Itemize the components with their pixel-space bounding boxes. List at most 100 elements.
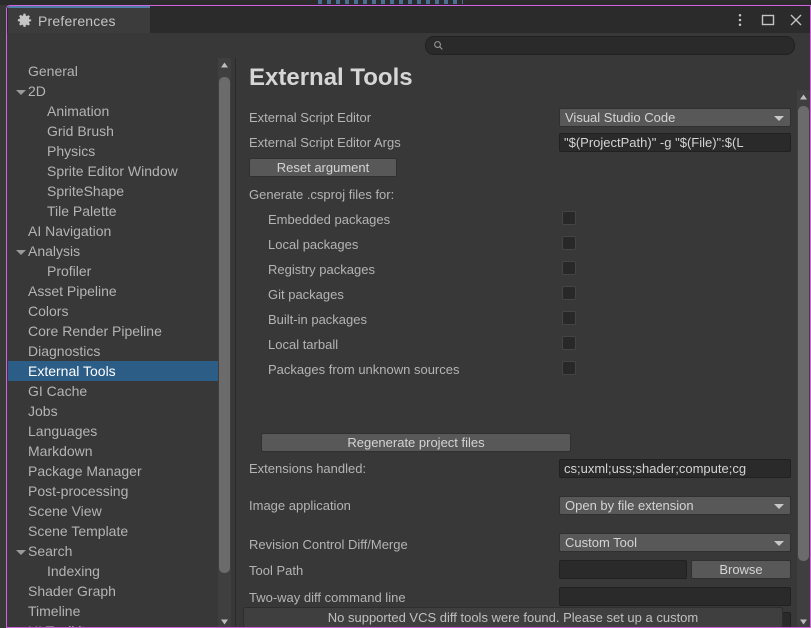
image-application-dropdown[interactable]: Open by file extension: [559, 496, 791, 515]
csproj-option-checkbox[interactable]: [562, 336, 576, 350]
sidebar-scrollbar-thumb[interactable]: [219, 77, 230, 573]
image-application-label: Image application: [249, 497, 351, 513]
expand-triangle-icon[interactable]: [14, 85, 27, 98]
scroll-down-arrow-icon[interactable]: [218, 615, 231, 628]
regenerate-project-files-label: Regenerate project files: [347, 435, 485, 450]
csproj-option-checkbox[interactable]: [562, 236, 576, 250]
search-box[interactable]: [425, 36, 795, 55]
sidebar-item-external-tools[interactable]: External Tools: [8, 361, 220, 381]
sidebar-item-markdown[interactable]: Markdown: [8, 441, 220, 461]
sidebar-item-profiler[interactable]: Profiler: [8, 261, 220, 281]
sidebar-item-diagnostics[interactable]: Diagnostics: [8, 341, 220, 361]
sidebar-item-label: Sprite Editor Window: [47, 163, 178, 179]
reset-argument-button[interactable]: Reset argument: [249, 158, 397, 177]
sidebar-item-grid-brush[interactable]: Grid Brush: [8, 121, 220, 141]
csproj-option-label: Git packages: [268, 286, 344, 302]
sidebar-scrollbar[interactable]: [218, 58, 231, 628]
csproj-option-checkbox[interactable]: [562, 311, 576, 325]
csproj-header-label: Generate .csproj files for:: [249, 186, 395, 202]
csproj-option-checkbox[interactable]: [562, 211, 576, 225]
csproj-option-label: Local packages: [268, 236, 359, 252]
sidebar-item-ai-navigation[interactable]: AI Navigation: [8, 221, 220, 241]
csproj-option-row: Embedded packages: [249, 208, 794, 230]
tool-path-field[interactable]: [559, 560, 687, 579]
csproj-option-row: Registry packages: [249, 258, 794, 280]
sidebar-item-label: Scene Template: [28, 523, 129, 539]
kebab-menu-icon[interactable]: [732, 12, 748, 28]
sidebar-item-indexing[interactable]: Indexing: [8, 561, 220, 581]
sidebar-item-label: Indexing: [47, 563, 100, 579]
sidebar-item-colors[interactable]: Colors: [8, 301, 220, 321]
sidebar-item-gi-cache[interactable]: GI Cache: [8, 381, 220, 401]
sidebar-item-label: Timeline: [28, 603, 81, 619]
sidebar-item-physics[interactable]: Physics: [8, 141, 220, 161]
sidebar-item-post-processing[interactable]: Post-processing: [8, 481, 220, 501]
csproj-option-checkbox[interactable]: [562, 286, 576, 300]
scroll-up-arrow-icon[interactable]: [797, 91, 810, 104]
revision-control-dropdown[interactable]: Custom Tool: [559, 533, 791, 552]
expand-triangle-icon[interactable]: [14, 245, 27, 258]
sidebar-item-label: Core Render Pipeline: [28, 323, 162, 339]
sidebar-item-label: Animation: [47, 103, 110, 119]
maximize-icon[interactable]: [760, 12, 776, 28]
sidebar-item-label: Grid Brush: [47, 123, 114, 139]
sidebar-item-package-manager[interactable]: Package Manager: [8, 461, 220, 481]
sidebar-item-languages[interactable]: Languages: [8, 421, 220, 441]
vcs-help-message: No supported VCS diff tools were found. …: [243, 607, 783, 627]
sidebar-item-spriteshape[interactable]: SpriteShape: [8, 181, 220, 201]
sidebar-item-shader-graph[interactable]: Shader Graph: [8, 581, 220, 601]
sidebar-item-2d[interactable]: 2D: [8, 81, 220, 101]
sidebar-item-sprite-editor-window[interactable]: Sprite Editor Window: [8, 161, 220, 181]
scroll-up-arrow-icon[interactable]: [218, 59, 231, 72]
browse-button[interactable]: Browse: [691, 560, 791, 579]
sidebar-item-timeline[interactable]: Timeline: [8, 601, 220, 621]
content-scrollbar-thumb[interactable]: [798, 106, 809, 561]
two-way-diff-field[interactable]: [559, 587, 791, 606]
external-script-editor-value: Visual Studio Code: [565, 110, 676, 125]
sidebar-item-analysis[interactable]: Analysis: [8, 241, 220, 261]
tab-preferences[interactable]: Preferences: [8, 6, 150, 33]
external-script-editor-args-value: "$(ProjectPath)" -g "$(File)":$(L: [564, 135, 744, 150]
sidebar-item-label: Shader Graph: [28, 583, 116, 599]
csproj-option-label: Embedded packages: [268, 211, 391, 227]
extensions-handled-field[interactable]: cs;uxml;uss;shader;compute;cg: [559, 459, 791, 478]
expand-triangle-icon[interactable]: [14, 625, 27, 628]
editor-window-frame: Preferences General 2D Animation Grid Br…: [6, 5, 811, 628]
external-script-editor-args-field[interactable]: "$(ProjectPath)" -g "$(File)":$(L: [559, 133, 791, 152]
csproj-option-checkbox[interactable]: [562, 261, 576, 275]
sidebar-item-search[interactable]: Search: [8, 541, 220, 561]
close-icon[interactable]: [788, 12, 804, 28]
preferences-window: Preferences General 2D Animation Grid Br…: [0, 0, 811, 628]
sidebar-item-scene-template[interactable]: Scene Template: [8, 521, 220, 541]
sidebar-item-label: Post-processing: [28, 483, 129, 499]
chevron-down-icon: [774, 504, 784, 509]
expand-triangle-icon[interactable]: [14, 545, 27, 558]
sidebar-item-core-render-pipeline[interactable]: Core Render Pipeline: [8, 321, 220, 341]
sidebar-item-general[interactable]: General: [8, 61, 220, 81]
external-script-editor-dropdown[interactable]: Visual Studio Code: [559, 108, 791, 127]
sidebar-item-animation[interactable]: Animation: [8, 101, 220, 121]
sidebar-item-scene-view[interactable]: Scene View: [8, 501, 220, 521]
search-input[interactable]: [448, 39, 778, 52]
csproj-header: Generate .csproj files for:: [249, 183, 794, 205]
sidebar-item-tile-palette[interactable]: Tile Palette: [8, 201, 220, 221]
sidebar-item-label: Tile Palette: [47, 203, 117, 219]
csproj-option-row: Git packages: [249, 283, 794, 305]
regenerate-project-files-button[interactable]: Regenerate project files: [261, 433, 571, 452]
content-scrollbar[interactable]: [797, 90, 810, 628]
chevron-down-icon: [774, 541, 784, 546]
scroll-down-arrow-icon[interactable]: [797, 615, 810, 628]
sidebar-item-label: Colors: [28, 303, 69, 319]
sidebar-item-asset-pipeline[interactable]: Asset Pipeline: [8, 281, 220, 301]
sidebar-item-jobs[interactable]: Jobs: [8, 401, 220, 421]
csproj-option-checkbox[interactable]: [562, 361, 576, 375]
window-body: General 2D Animation Grid Brush Physics Sprit…: [7, 58, 810, 628]
sidebar-item-ui-toolkit[interactable]: UI Toolkit: [8, 621, 220, 628]
